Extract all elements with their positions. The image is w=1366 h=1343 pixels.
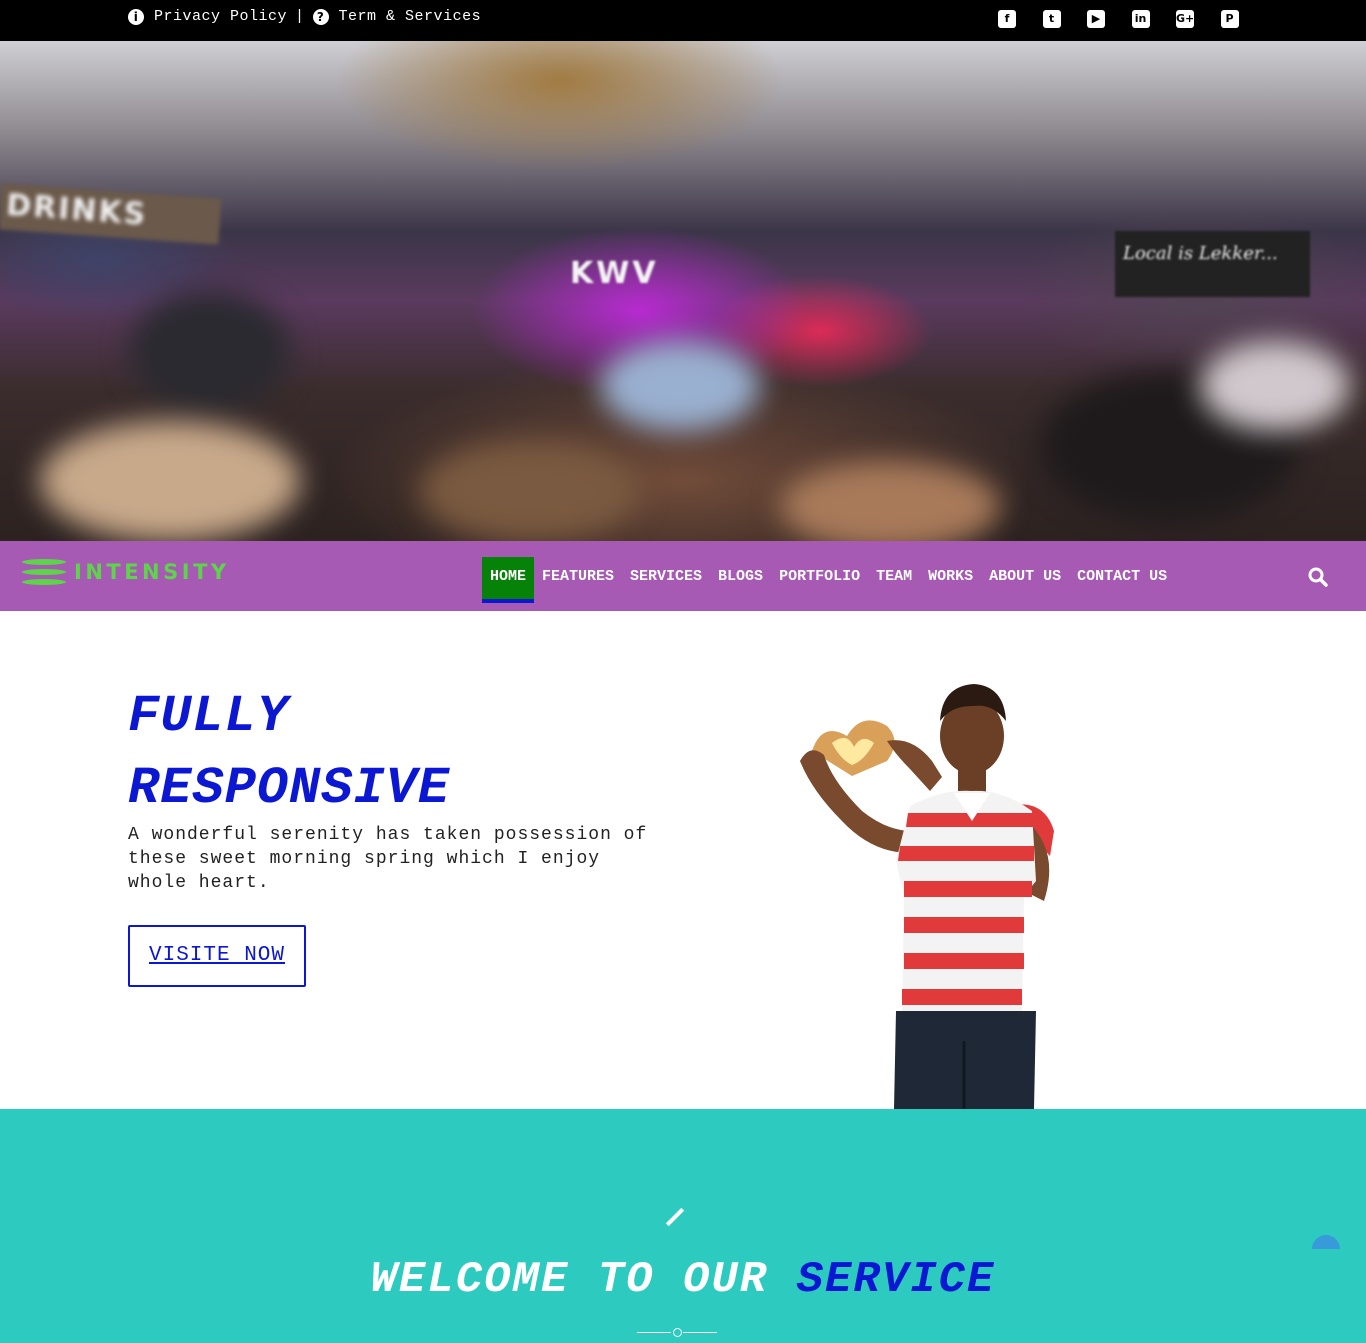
top-links: i Privacy Policy | ? Term & Services	[128, 8, 481, 25]
crowd-blur	[780, 461, 1000, 541]
nav-item-services[interactable]: SERVICES	[622, 557, 710, 603]
chalkboard-text: Local is Lekker...	[1123, 243, 1278, 264]
person-image	[800, 684, 1054, 1109]
main-navbar: INTENSITY HOME FEATURES SERVICES BLOGS P…	[0, 541, 1366, 611]
logo-wave-icon	[22, 557, 66, 587]
nav-item-team[interactable]: TEAM	[868, 557, 920, 603]
hero-banner: FULLY RESPONSIVE A wonderful serenity ha…	[0, 611, 1366, 1109]
stage-sign: KWV	[570, 256, 659, 291]
crowd-blur	[420, 441, 640, 541]
privacy-policy-label: Privacy Policy	[154, 8, 288, 25]
title-divider	[637, 1327, 717, 1339]
drinks-sign-text: DRINKS	[5, 187, 149, 233]
visit-now-button[interactable]: VISITE NOW	[128, 925, 306, 987]
service-title-plain: WELCOME TO OUR	[370, 1255, 769, 1305]
link-separator: |	[295, 8, 305, 25]
logo[interactable]: INTENSITY	[22, 557, 230, 587]
social-links: f t ▶ in G+ P	[998, 10, 1265, 28]
info-icon: i	[128, 8, 144, 25]
banner-title-line2: RESPONSIVE	[128, 759, 451, 818]
chalkboard-sign: Local is Lekker...	[1115, 231, 1310, 297]
nav-item-features[interactable]: FEATURES	[534, 557, 622, 603]
terms-services-label: Term & Services	[338, 8, 482, 25]
crowd-blur	[40, 421, 300, 541]
pinterest-icon[interactable]: P	[1220, 10, 1239, 28]
google-plus-icon[interactable]: G+	[1176, 10, 1194, 28]
nav-item-portfolio[interactable]: PORTFOLIO	[771, 557, 868, 603]
nav-item-blogs[interactable]: BLOGS	[710, 557, 771, 603]
top-bar: i Privacy Policy | ? Term & Services f t…	[0, 0, 1366, 41]
search-icon[interactable]	[1308, 567, 1328, 587]
privacy-policy-link[interactable]: i Privacy Policy	[128, 8, 287, 25]
terms-services-link[interactable]: ? Term & Services	[312, 8, 482, 25]
nav-item-about-us[interactable]: ABOUT US	[981, 557, 1069, 603]
nav-item-contact-us[interactable]: CONTACT US	[1069, 557, 1175, 603]
banner-title: FULLY RESPONSIVE	[128, 681, 450, 825]
service-title-highlight: SERVICE	[796, 1255, 996, 1305]
banner-title-line1: FULLY	[128, 687, 290, 746]
drinks-sign: DRINKS	[0, 183, 222, 245]
nav-menu: HOME FEATURES SERVICES BLOGS PORTFOLIO T…	[482, 557, 1175, 603]
quote-mark-icon	[665, 1207, 685, 1227]
service-title: WELCOME TO OUR SERVICE	[0, 1255, 1366, 1305]
hero-image: DRINKS KWV Local is Lekker...	[0, 41, 1366, 541]
nav-item-home[interactable]: HOME	[482, 557, 535, 603]
service-section: WELCOME TO OUR SERVICE	[0, 1109, 1366, 1343]
linkedin-icon[interactable]: in	[1131, 10, 1150, 28]
nav-item-works[interactable]: WORKS	[920, 557, 981, 603]
banner-description: A wonderful serenity has taken possessio…	[128, 825, 648, 893]
crowd-blur	[600, 341, 760, 431]
facebook-icon[interactable]: f	[998, 10, 1016, 28]
crowd-blur	[130, 291, 290, 411]
logo-text: INTENSITY	[74, 560, 230, 584]
crowd-blur	[1200, 341, 1350, 431]
question-circle-icon: ?	[312, 8, 329, 25]
twitter-icon[interactable]: t	[1042, 10, 1061, 28]
youtube-icon[interactable]: ▶	[1087, 10, 1105, 28]
